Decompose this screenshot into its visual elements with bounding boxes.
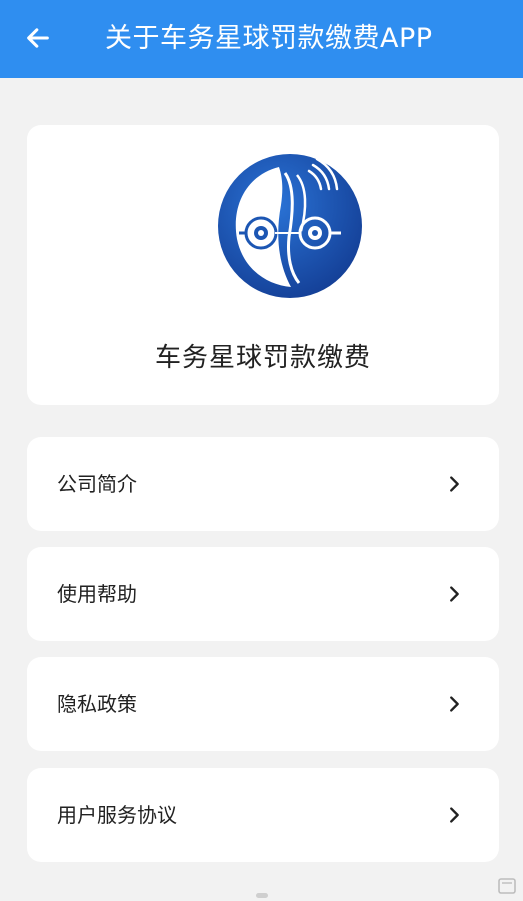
screenshot-overlay-icon <box>498 878 516 894</box>
home-indicator <box>256 893 268 898</box>
menu-item-label: 公司简介 <box>57 472 137 496</box>
app-info-card: 车务星球罚款缴费 <box>27 125 499 405</box>
chevron-right-icon <box>450 807 459 823</box>
page-title: 关于车务星球罚款缴费APP <box>105 23 433 54</box>
menu-item-label: 使用帮助 <box>57 582 137 606</box>
chevron-right-icon <box>450 476 459 492</box>
back-button[interactable] <box>18 18 58 58</box>
arrow-left-icon <box>27 28 49 48</box>
menu-item-user-agreement[interactable]: 用户服务协议 <box>27 768 499 862</box>
menu-item-label: 用户服务协议 <box>57 803 177 827</box>
app-name: 车务星球罚款缴费 <box>154 343 371 373</box>
app-logo <box>218 154 362 298</box>
menu-item-help[interactable]: 使用帮助 <box>27 547 499 641</box>
chevron-right-icon <box>450 586 459 602</box>
menu-item-privacy-policy[interactable]: 隐私政策 <box>27 657 499 751</box>
top-app-bar: 关于车务星球罚款缴费APP <box>0 0 523 78</box>
menu-item-label: 隐私政策 <box>57 692 137 716</box>
menu-item-company-intro[interactable]: 公司简介 <box>27 437 499 531</box>
chevron-right-icon <box>450 696 459 712</box>
